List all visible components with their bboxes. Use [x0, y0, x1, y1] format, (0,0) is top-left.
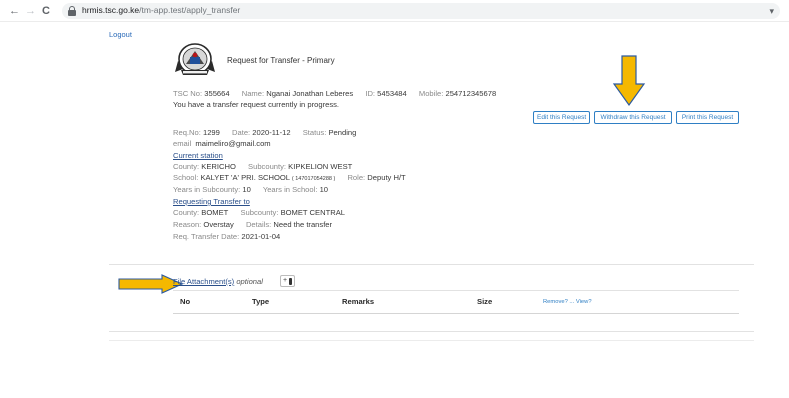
column-header-remarks: Remarks [342, 297, 375, 306]
role-label: Role: [347, 173, 366, 182]
transfer-date-label: Req. Transfer Date: [173, 232, 240, 241]
footer-divider-2 [109, 340, 754, 341]
url-text: hrmis.tsc.go.ke/tm-app.test/apply_transf… [82, 5, 241, 15]
id-label: ID: [365, 89, 376, 98]
details-value: Need the transfer [273, 220, 333, 229]
reason-value: Overstay [203, 220, 234, 229]
email-label: email [173, 139, 192, 148]
requesting-county: BOMET [201, 208, 229, 217]
tsc-logo [175, 43, 215, 75]
date-label: Date: [232, 128, 251, 137]
column-header-size: Size [477, 297, 493, 306]
current-school: KALYET 'A' PRI. SCHOOL [200, 173, 290, 182]
lock-icon [68, 6, 76, 16]
request-info-line: Req.No: 1299 Date: 2020-11-12 Status: Pe… [173, 128, 356, 138]
print-request-button[interactable]: Print this Request [676, 111, 739, 124]
years-school: 10 [319, 185, 329, 194]
add-attachment-button[interactable]: + [280, 275, 295, 287]
reason-line: Reason: Overstay Details: Need the trans… [173, 220, 332, 230]
remove-view-link[interactable]: Remove? ... View? [543, 299, 592, 305]
reload-icon[interactable]: C [42, 4, 50, 18]
attachments-heading: File Attachment(s) optional [173, 277, 263, 286]
reason-label: Reason: [173, 220, 202, 229]
requesting-transfer-heading: Requesting Transfer to [173, 197, 250, 206]
page-title: Request for Transfer - Primary [227, 56, 335, 65]
email-value: maimeliro@gmail.com [195, 139, 271, 148]
years-school-label: Years in School: [262, 185, 318, 194]
withdraw-request-button[interactable]: Withdraw this Request [594, 111, 672, 124]
column-header-no: No [180, 297, 191, 306]
request-status: Pending [328, 128, 357, 137]
column-header-type: Type [252, 297, 270, 306]
county-label: County: [173, 162, 200, 171]
name-label: Name: [241, 89, 265, 98]
back-icon[interactable]: ← [9, 4, 20, 18]
mobile-label: Mobile: [418, 89, 444, 98]
req-subcounty-label: Subcounty: [240, 208, 279, 217]
req-county-label: County: [173, 208, 200, 217]
current-subcounty: KIPKELION WEST [288, 162, 353, 171]
current-school-line: School: KALYET 'A' PRI. SCHOOL ( 1470170… [173, 173, 406, 184]
edit-request-button[interactable]: Edit this Request [533, 111, 590, 124]
browser-toolbar: ← → C hrmis.tsc.go.ke/tm-app.test/apply_… [0, 0, 789, 22]
subcounty-label: Subcounty: [248, 162, 287, 171]
current-county: KERICHO [201, 162, 236, 171]
mobile-number: 254712345678 [445, 89, 497, 98]
progress-notice: You have a transfer request currently in… [173, 100, 340, 109]
school-code: ( 147017054288 ) [291, 176, 336, 182]
current-county-line: County: KERICHO Subcounty: KIPKELION WES… [173, 162, 352, 172]
paperclip-icon [289, 278, 292, 285]
attachments-optional: optional [236, 277, 263, 286]
email-line: email maimeliro@gmail.com [173, 139, 271, 149]
table-header-top-border [173, 290, 739, 291]
teacher-name: Nganai Jonathan Leberes [266, 89, 354, 98]
requesting-county-line: County: BOMET Subcounty: BOMET CENTRAL [173, 208, 345, 218]
attachments-title: File Attachment(s) [173, 277, 235, 286]
logout-link[interactable]: Logout [109, 30, 132, 39]
table-header-bottom-border [173, 313, 739, 314]
transfer-date-line: Req. Transfer Date: 2021-01-04 [173, 232, 280, 242]
years-subcounty-label: Years in Subcounty: [173, 185, 241, 194]
address-bar[interactable]: hrmis.tsc.go.ke/tm-app.test/apply_transf… [62, 3, 780, 19]
status-label: Status: [302, 128, 327, 137]
section-divider [109, 264, 754, 265]
tsc-label: TSC No: [173, 89, 203, 98]
transfer-date: 2021-01-04 [241, 232, 281, 241]
school-label: School: [173, 173, 199, 182]
years-subcounty: 10 [242, 185, 251, 194]
years-line: Years in Subcounty: 10 Years in School: … [173, 185, 328, 195]
details-label: Details: [245, 220, 272, 229]
request-date: 2020-11-12 [252, 128, 291, 137]
plus-icon: + [283, 277, 288, 284]
request-number: 1299 [202, 128, 220, 137]
current-station-heading: Current station [173, 151, 223, 160]
footer-divider [109, 331, 754, 332]
teacher-info-line: TSC No: 355664 Name: Nganai Jonathan Leb… [173, 89, 496, 99]
forward-icon[interactable]: → [25, 4, 36, 18]
menu-icon[interactable]: ▾ [769, 6, 774, 17]
reqno-label: Req.No: [173, 128, 201, 137]
tsc-number: 355664 [204, 89, 230, 98]
id-number: 5453484 [377, 89, 407, 98]
current-role: Deputy H/T [367, 173, 406, 182]
down-arrow-annotation [612, 55, 646, 107]
requesting-subcounty: BOMET CENTRAL [280, 208, 345, 217]
